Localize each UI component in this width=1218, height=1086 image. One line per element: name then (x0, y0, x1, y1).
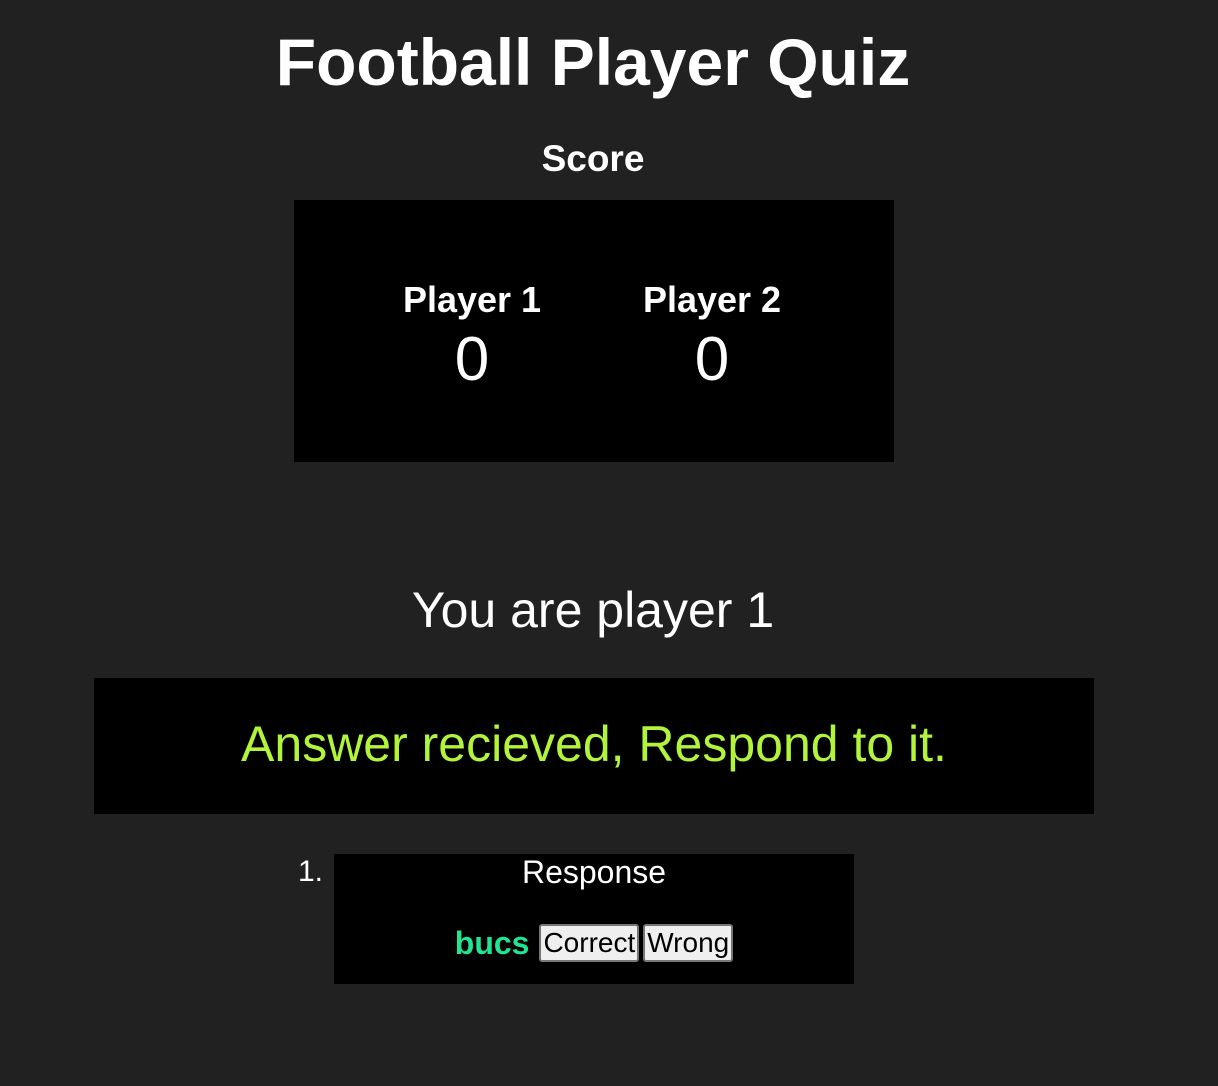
score-heading: Score (541, 138, 645, 179)
player-1-name: Player 1 (402, 279, 542, 320)
response-actions: bucs Correct Wrong (334, 924, 854, 962)
response-list-number: 1. (298, 855, 324, 888)
page-title: Football Player Quiz (275, 25, 911, 99)
scoreboard: Player 1 0 Player 2 0 (294, 200, 894, 462)
status-panel: Answer recieved, Respond to it. (94, 678, 1094, 814)
wrong-button[interactable]: Wrong (643, 924, 734, 962)
response-item: Response bucs Correct Wrong (334, 854, 854, 984)
response-answer: bucs (454, 924, 530, 961)
response-title: Response (521, 854, 667, 890)
correct-button[interactable]: Correct (539, 924, 640, 962)
player-1-score: 0 (454, 325, 490, 394)
player-2-score-card: Player 2 0 (612, 278, 812, 396)
player-2-name: Player 2 (642, 279, 782, 320)
player-1-score-card: Player 1 0 (372, 278, 572, 396)
player-identity: You are player 1 (411, 582, 775, 638)
status-message: Answer recieved, Respond to it. (241, 716, 947, 772)
player-2-score: 0 (694, 325, 730, 394)
